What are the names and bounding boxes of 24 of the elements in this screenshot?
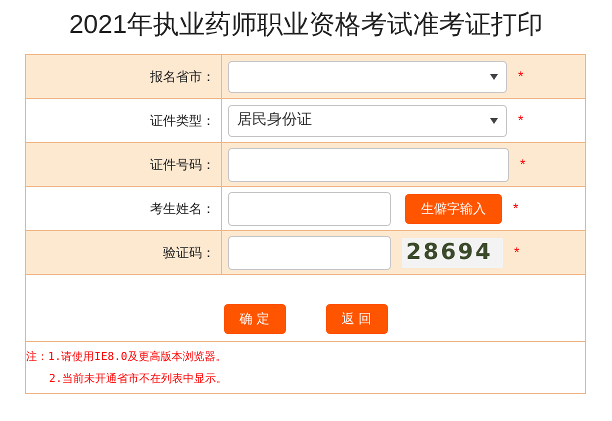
required-mark: * (518, 111, 524, 130)
input-field[interactable] (228, 148, 509, 182)
confirm-button[interactable]: 确 定 (224, 304, 286, 334)
required-mark: * (520, 155, 526, 174)
field-label: 报名省市： (150, 68, 215, 86)
required-mark: * (518, 67, 524, 86)
captcha-image: 28694 (402, 238, 503, 268)
note-text: 2.当前未开通省市不在列表中显示。 (48, 372, 228, 385)
field-label: 验证码： (163, 244, 215, 262)
dropdown-field[interactable]: 居民身份证 (228, 104, 507, 136)
caret-icon (490, 74, 498, 80)
required-mark: * (513, 199, 518, 218)
field-label: 考生姓名： (150, 200, 215, 218)
dropdown-field[interactable] (228, 60, 507, 92)
input-field[interactable] (228, 192, 391, 226)
field-label: 证件号码： (150, 156, 215, 174)
back-button[interactable]: 返 回 (326, 304, 388, 334)
caret-icon (490, 118, 498, 124)
note-text: 注：1.请使用IE8.0及更高版本浏览器。 (26, 350, 228, 363)
input-field[interactable] (228, 236, 391, 270)
field-label: 证件类型： (150, 112, 215, 130)
page-title: 2021年执业药师职业资格考试准考证打印 (69, 8, 543, 41)
required-mark: * (514, 243, 520, 262)
rare-character-button[interactable]: 生僻字输入 (405, 194, 502, 224)
